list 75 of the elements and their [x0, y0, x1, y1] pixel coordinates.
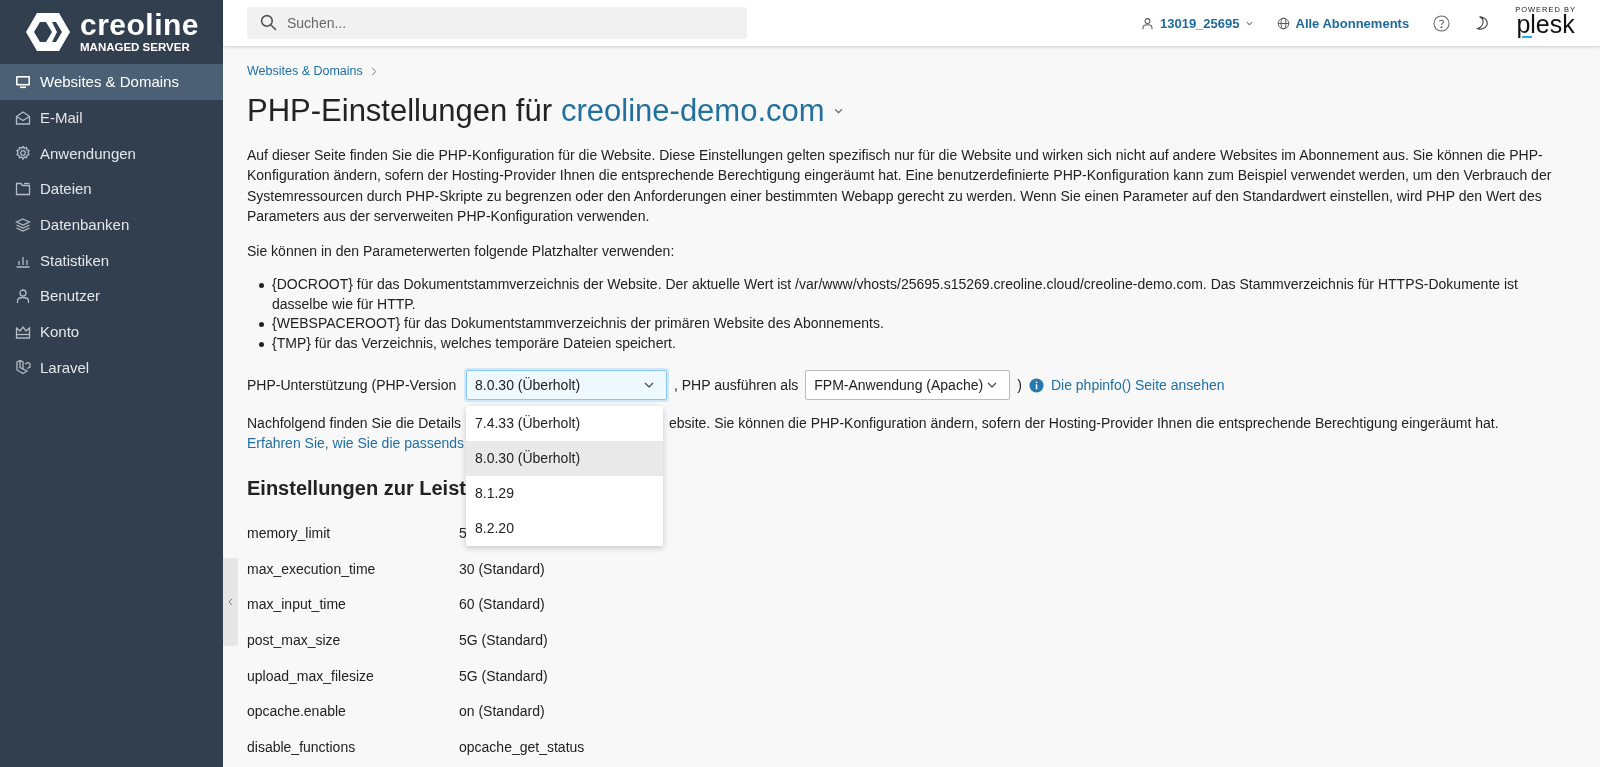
setting-value: on (Standard) — [459, 703, 545, 720]
php-version-select[interactable]: 8.0.30 (Überholt) — [466, 370, 667, 401]
collapse-handle[interactable] — [223, 558, 238, 646]
handler-select[interactable]: FPM-Anwendung (Apache) — [805, 370, 1011, 401]
help-link[interactable]: Erfahren Sie, wie Sie die passends — [247, 433, 464, 454]
setting-name: max_input_time — [247, 596, 347, 613]
setting-value: 60 (Standard) — [459, 596, 545, 613]
logo-icon — [26, 12, 70, 52]
search-field[interactable]: Suchen... — [247, 7, 747, 39]
domain-selector[interactable]: creoline-demo.com — [561, 93, 825, 129]
description-text: ebsite. Sie können die PHP-Konfiguration ändern, sofern der Hosting-Provider Ihnen die entsprechende Berechtigung eingeräumt hat. — [668, 414, 1500, 434]
gear-icon — [15, 145, 31, 162]
description-text: Nachfolgend finden Sie die Details — [247, 414, 463, 434]
envelope-icon — [15, 109, 31, 126]
layers-icon — [15, 216, 31, 233]
sidebar-item[interactable]: Statistiken — [0, 242, 223, 279]
sidebar-item[interactable]: Anwendungen — [0, 135, 223, 172]
caret-icon — [1245, 20, 1253, 26]
setting-value: 5G (Standard) — [459, 667, 548, 684]
setting-value: opcache_get_status — [459, 739, 585, 755]
sidebar-item[interactable]: Dateien — [0, 171, 223, 207]
run-as-label: , PHP ausführen als — [674, 377, 799, 394]
description-text: Sie können in den Parameterwerten folgende Platzhalter verwenden: — [247, 241, 676, 261]
sidebar-item[interactable]: E-Mail — [0, 99, 223, 136]
chevron-icon — [370, 66, 377, 76]
setting-name: disable_functions — [247, 739, 357, 755]
laravel-icon — [15, 359, 31, 376]
list-item-text: {TMP} für das Verzeichnis, welches temporäre Dateien speichert. — [272, 333, 676, 353]
setting-value: 30 (Standard) — [459, 560, 545, 577]
bullet-icon — [259, 283, 264, 289]
info-icon — [1028, 377, 1044, 393]
chevron-down-icon — [644, 382, 654, 389]
list-item-text: {DOCROOT} für das Dokumentstammverzeichnis der Website. Der aktuelle Wert ist /var/www/vhosts/25695.s15269.creoline.cloud/creoline-demo.com. Das Stammverzeichnis für HTTPS-Dokumente ist dasselbe wie für HTTP. — [272, 275, 1519, 314]
description-text: Auf dieser Seite finden Sie die PHP-Konfiguration für die Website. Diese Einstellungen gelten spezifisch nur für die Website und wirken sich nicht auf andere Websites im Abonnement aus. Sie können die PHP-Konfiguration ändern, sofern der Hosting-Provider Ihnen die entsprechende Berechtigung eingeräumt hat. Eine benutzerdefinierte PHP-Konfiguration kann zum Beispiel verwendet werden, um den Verbrauch der Systemressourcen durch PHP-Skripte zu begrenzen oder den Anforderungen einer bestimmten Webapp gerecht zu werden. Wenn Sie einen Parameter auf den Standardwert einstellen, wird PHP den Wert des Parameters aus der serverweiten PHP-Konfiguration verwenden. — [247, 146, 1553, 227]
chevron-left-icon — [228, 598, 233, 606]
sidebar-item[interactable]: Websites & Domains — [0, 64, 223, 100]
setting-value: 5 — [459, 524, 467, 541]
help-icon[interactable] — [1433, 14, 1451, 32]
logo-name: creoline — [80, 10, 200, 41]
chevron-down-icon — [987, 382, 998, 389]
dropdown-option[interactable]: 7.4.33 (Überholt) — [466, 406, 663, 442]
setting-name: post_max_size — [247, 631, 342, 648]
setting-name: max_execution_time — [247, 560, 377, 577]
folder-icon — [15, 180, 31, 197]
dropdown-option[interactable]: 8.2.20 — [466, 511, 663, 547]
sidebar-item[interactable]: Konto — [0, 313, 223, 350]
sidebar-item[interactable]: Laravel — [0, 349, 223, 386]
list-item-text: {WEBSPACEROOT} für das Dokumentstammverzeichnis der primären Website des Abonnements. — [272, 314, 884, 334]
logo-tagline: MANAGED SERVER — [80, 42, 191, 54]
moon-icon[interactable] — [1474, 15, 1490, 31]
monitor-icon — [15, 73, 31, 90]
breadcrumb-link[interactable]: Websites & Domains — [247, 64, 363, 78]
dropdown-option[interactable]: 8.0.30 (Überholt) — [466, 441, 663, 477]
page-title: PHP-Einstellungen für — [247, 93, 552, 129]
search-icon — [260, 14, 277, 31]
setting-name: upload_max_filesize — [247, 667, 375, 684]
setting-value: 5G (Standard) — [459, 631, 548, 648]
plesk-logo: plesk — [1516, 12, 1575, 41]
user-icon — [15, 287, 31, 304]
user-icon — [1140, 16, 1154, 30]
section-heading: Einstellungen zur Leist — [247, 476, 464, 502]
setting-name: opcache.enable — [247, 703, 347, 720]
bullet-icon — [259, 341, 264, 347]
subscriptions-menu[interactable]: Alle Abonnements — [1276, 15, 1410, 31]
bullet-icon — [259, 322, 264, 328]
setting-name: memory_limit — [247, 524, 332, 541]
dropdown-option[interactable]: 8.1.29 — [466, 476, 663, 512]
phpinfo-link[interactable]: Die phpinfo() Seite ansehen — [1050, 377, 1225, 394]
account-menu[interactable]: 13019_25695 — [1140, 15, 1253, 31]
caret-icon — [833, 108, 843, 114]
sidebar-item[interactable]: Datenbanken — [0, 206, 223, 243]
closing-parenthesis: ) — [1017, 377, 1022, 394]
sidebar-item[interactable]: Benutzer — [0, 278, 223, 314]
php-version-label: PHP-Unterstützung (PHP-Version — [247, 377, 458, 394]
globe-icon — [1276, 16, 1290, 30]
